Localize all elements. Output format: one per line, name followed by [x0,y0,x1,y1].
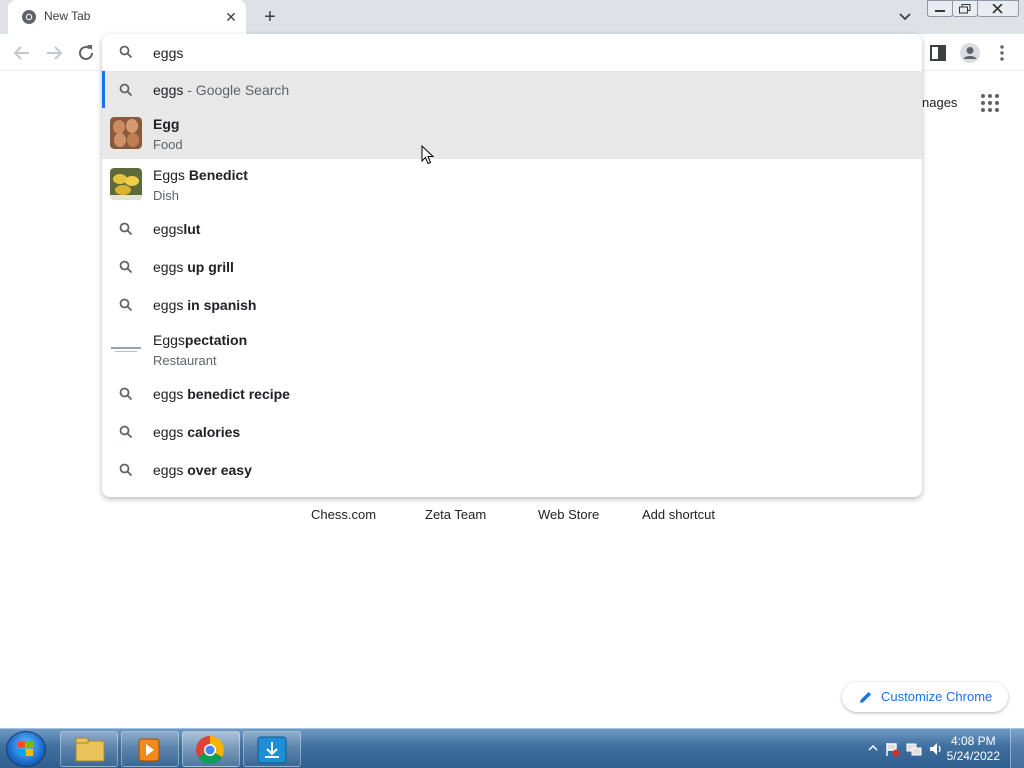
clock-date: 5/24/2022 [946,749,1000,763]
suggestion-subtext: Dish [153,188,180,203]
back-button[interactable] [10,41,34,65]
shortcut-add[interactable]: Add shortcut [642,507,715,522]
show-desktop-button[interactable] [1010,729,1024,768]
search-icon [119,83,133,97]
back-arrow-icon [13,46,29,60]
suggestion-text: Egg [153,116,180,132]
clock-time: 4:08 PM [950,734,996,748]
suggestion-text: eggs over easy [153,462,252,478]
suggestion-text: eggs in spanish [153,297,257,313]
media-player-icon [138,738,160,762]
suggestion-eggs-benedict-recipe[interactable]: eggs benedict recipe [102,375,922,413]
shortcut-chess[interactable]: Chess.com [311,507,376,522]
taskbar-chrome[interactable] [182,731,240,767]
suggestion-text: eggs benedict recipe [153,386,290,402]
pencil-icon [860,692,871,703]
reload-icon [79,45,93,60]
tab-search-chevron-icon[interactable] [893,6,917,28]
taskbar-app[interactable] [243,731,301,767]
forward-arrow-icon [47,46,63,60]
search-icon [119,425,133,439]
suggestion-eggspectation[interactable]: Eggspectation Restaurant [102,324,922,375]
search-icon [119,387,133,401]
taskbar-explorer[interactable] [60,731,118,767]
side-panel-icon [930,45,946,61]
shortcut-web-store[interactable]: Web Store [538,507,599,522]
side-panel-button[interactable] [926,41,950,65]
windows-logo-icon [18,741,33,756]
tab-strip: New Tab ✕ + [0,0,1024,34]
tab-title: New Tab [44,9,91,23]
search-icon [119,45,133,59]
suggestion-subtext: Restaurant [153,353,217,368]
download-app-icon [257,736,287,764]
action-center-flag-icon[interactable] [884,741,900,757]
suggestion-eggslut[interactable]: eggslut [102,210,922,248]
customize-chrome-button[interactable]: Customize Chrome [842,682,1008,712]
tab-new-tab[interactable]: New Tab ✕ [8,0,246,34]
suggestion-text: eggs - Google Search [153,82,290,98]
suggestion-text: Eggspectation [153,332,248,348]
suggestion-text: eggs up grill [153,259,234,275]
suggestion-eggs-up-grill[interactable]: eggs up grill [102,248,922,286]
egg-thumbnail [110,117,142,149]
chrome-icon [22,10,36,24]
search-icon [119,260,133,274]
volume-icon[interactable] [928,741,944,757]
close-window-button[interactable] [977,0,1019,17]
omnibox-popup: eggs eggs - Google Search Egg Food Eggs … [102,34,922,497]
suggestion-google-search[interactable]: eggs - Google Search [102,71,922,108]
taskbar: 4:08 PM 5/24/2022 [0,728,1024,768]
suggestion-eggs-benedict[interactable]: Eggs Benedict Dish [102,159,922,210]
chrome-icon [196,736,224,764]
suggestion-text: eggs calories [153,424,241,440]
shortcut-zeta-team[interactable]: Zeta Team [425,507,486,522]
show-hidden-icons-chevron-icon[interactable] [868,744,878,752]
customize-label: Customize Chrome [881,689,993,704]
search-icon [119,298,133,312]
suggestion-egg[interactable]: Egg Food [102,108,922,159]
folder-icon [75,737,105,762]
search-icon [119,463,133,477]
eggspectation-logo [110,333,142,365]
restore-button[interactable] [952,0,978,17]
mouse-cursor-icon [421,145,435,165]
search-icon [119,222,133,236]
suggestion-eggs-over-easy[interactable]: eggs over easy [102,451,922,489]
minimize-button[interactable] [927,0,953,17]
suggestion-text: Eggs Benedict [153,167,248,183]
taskbar-media-player[interactable] [121,731,179,767]
kebab-menu-icon [1000,45,1004,61]
suggestion-eggs-in-spanish[interactable]: eggs in spanish [102,286,922,324]
selection-indicator [102,71,105,108]
new-tab-button[interactable]: + [258,6,282,28]
suggestion-subtext: Food [153,137,183,152]
omnibox-input[interactable]: eggs [102,34,922,71]
apps-grid-icon[interactable] [980,93,1000,113]
reload-button[interactable] [74,41,98,65]
images-link[interactable]: nages [922,95,957,110]
eggs-benedict-thumbnail [110,168,142,200]
suggestion-text: eggslut [153,221,201,237]
clock[interactable]: 4:08 PM 5/24/2022 [947,734,1000,764]
start-button[interactable] [6,731,46,767]
suggestion-eggs-calories[interactable]: eggs calories [102,413,922,451]
avatar-icon [960,43,980,63]
system-tray: 4:08 PM 5/24/2022 [834,729,1024,768]
network-icon[interactable] [906,741,922,757]
menu-button[interactable] [990,41,1014,65]
profile-button[interactable] [958,41,982,65]
tab-close-icon[interactable]: ✕ [222,8,240,26]
forward-button[interactable] [42,41,66,65]
omnibox-text[interactable]: eggs [153,45,183,61]
